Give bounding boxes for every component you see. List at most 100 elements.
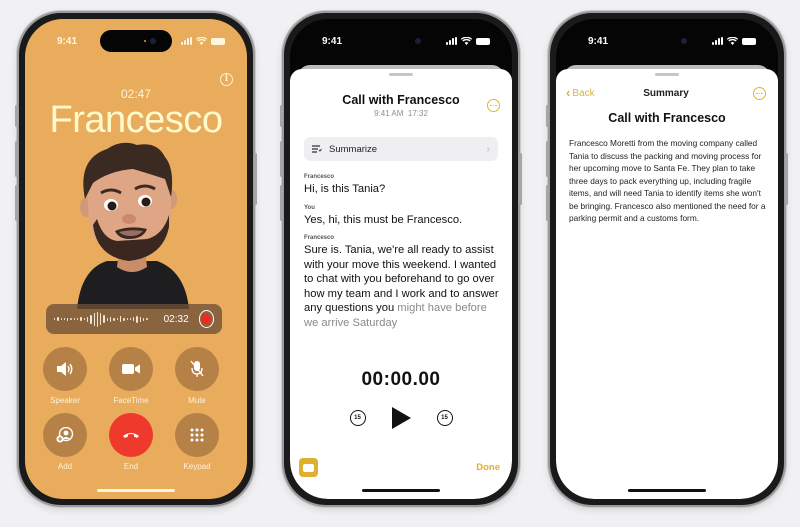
skip-back-15-button[interactable]: 15 <box>349 410 366 426</box>
waveform-bar <box>146 318 148 320</box>
add-call-button[interactable]: Add <box>43 413 87 471</box>
transcript-entry: Francesco Hi, is this Tania? <box>304 174 502 197</box>
speaker-name: Francesco <box>304 174 335 180</box>
phone-transcript-screen: 9:41 Call with Francesco 9:41 AM 17:32 S… <box>280 11 522 507</box>
status-bar: 9:41 <box>556 33 778 49</box>
waveform-bar <box>136 315 138 323</box>
nav-title: Summary <box>643 87 689 99</box>
transcript-title: Call with Francesco <box>342 93 460 107</box>
action-button <box>15 105 18 127</box>
chevron-right-icon: › <box>486 143 490 155</box>
speaker-name: Francesco <box>304 235 335 241</box>
side-button <box>785 153 788 205</box>
transcript-sheet: Call with Francesco 9:41 AM 17:32 Summar… <box>290 69 512 499</box>
speaker-label: Speaker <box>50 396 80 405</box>
caller-name: Francesco <box>49 99 223 141</box>
audio-waveform <box>54 310 148 328</box>
status-bar: 9:41 <box>290 33 512 49</box>
navigation-bar: Summary ‹ Back <box>566 85 766 101</box>
side-button <box>254 153 257 205</box>
play-button[interactable] <box>391 407 411 429</box>
action-button <box>546 105 549 127</box>
wifi-icon <box>196 37 207 45</box>
volume-down-button <box>15 185 18 221</box>
transcript-duration: 17:32 <box>407 109 428 118</box>
volume-up-button <box>15 141 18 177</box>
facetime-label: FaceTime <box>113 396 149 405</box>
skip-forward-15-button[interactable]: 15 <box>436 410 453 426</box>
add-person-icon <box>56 427 74 443</box>
cellular-signal-icon <box>446 37 457 45</box>
battery-icon <box>476 37 490 45</box>
home-indicator[interactable] <box>628 489 706 492</box>
waveform-bar <box>70 318 72 320</box>
keypad-icon <box>190 428 204 442</box>
end-call-button[interactable]: End <box>109 413 153 471</box>
waveform-bar <box>57 317 59 321</box>
waveform-bar <box>100 313 102 325</box>
mute-label: Mute <box>188 396 206 405</box>
status-time: 9:41 <box>57 35 78 47</box>
transcript-text: Hi, is this Tania? <box>304 183 386 195</box>
summary-title: Call with Francesco <box>608 111 726 125</box>
transcript-text: Sure is. Tania, we're all ready to assis… <box>304 243 502 330</box>
volume-down-button <box>546 185 549 221</box>
cellular-signal-icon <box>712 37 723 45</box>
action-button <box>280 105 283 127</box>
waveform-bar <box>103 315 105 323</box>
speaker-button[interactable]: Speaker <box>43 347 87 405</box>
status-time: 9:41 <box>322 35 343 47</box>
more-options-button[interactable] <box>487 99 500 112</box>
transcript-meta: 9:41 AM 17:32 <box>290 109 512 118</box>
transcript-text: Yes, hi, this must be Francesco. <box>304 213 463 226</box>
more-options-button[interactable] <box>753 87 766 100</box>
waveform-bar <box>119 316 122 322</box>
sheet-grabber[interactable] <box>655 73 679 76</box>
waveform-bar <box>73 318 76 320</box>
quote-bubble-icon <box>303 463 314 472</box>
wifi-icon <box>727 37 738 45</box>
mute-button[interactable]: Mute <box>175 347 219 405</box>
video-camera-icon <box>122 364 140 374</box>
summarize-icon <box>312 144 322 153</box>
done-button[interactable]: Done <box>476 462 500 473</box>
waveform-bar <box>93 312 95 326</box>
transcript-date: 9:41 AM <box>374 109 404 118</box>
record-stop-icon <box>201 314 212 324</box>
waveform-bar <box>126 318 128 320</box>
transcript-list: Francesco Hi, is this Tania? You Yes, hi… <box>304 174 502 338</box>
record-stop-button[interactable] <box>198 310 214 328</box>
transcript-notes-button[interactable] <box>299 458 318 477</box>
speaker-name: You <box>304 204 315 211</box>
keypad-label: Keypad <box>183 462 211 471</box>
battery-icon <box>742 37 756 45</box>
home-indicator[interactable] <box>362 489 440 492</box>
waveform-bar <box>67 317 69 321</box>
skip-back-icon: 15 <box>354 415 361 421</box>
facetime-button[interactable]: FaceTime <box>109 347 153 405</box>
home-indicator[interactable] <box>97 489 175 492</box>
playback-time: 00:00.00 <box>361 369 441 390</box>
summarize-button[interactable]: Summarize › <box>304 137 498 161</box>
speaker-icon <box>57 362 73 376</box>
waveform-bar <box>113 317 115 321</box>
waveform-bar <box>83 318 85 320</box>
transcript-entry: You Yes, hi, this must be Francesco. <box>304 205 502 228</box>
waveform-bar <box>80 317 82 321</box>
waveform-bar <box>54 318 56 320</box>
wifi-icon <box>461 37 472 45</box>
summary-body: Francesco Moretti from the moving compan… <box>569 138 766 223</box>
mic-slash-icon <box>190 360 204 377</box>
summary-screen: 9:41 Summary ‹ Back Call with Francesco … <box>556 19 778 499</box>
call-recording-indicator: 02:32 <box>46 304 222 334</box>
keypad-button[interactable]: Keypad <box>175 413 219 471</box>
sheet-grabber[interactable] <box>389 73 413 76</box>
phone-call-screen: 9:41 i 02:47 Francesco 02:32 Speaker Fac… <box>15 11 257 507</box>
waveform-bar <box>86 316 89 322</box>
skip-forward-icon: 15 <box>441 415 448 421</box>
waveform-bar <box>96 311 99 327</box>
waveform-bar <box>116 318 118 320</box>
volume-up-button <box>280 141 283 177</box>
info-icon[interactable]: i <box>220 73 233 86</box>
status-time: 9:41 <box>588 35 609 47</box>
